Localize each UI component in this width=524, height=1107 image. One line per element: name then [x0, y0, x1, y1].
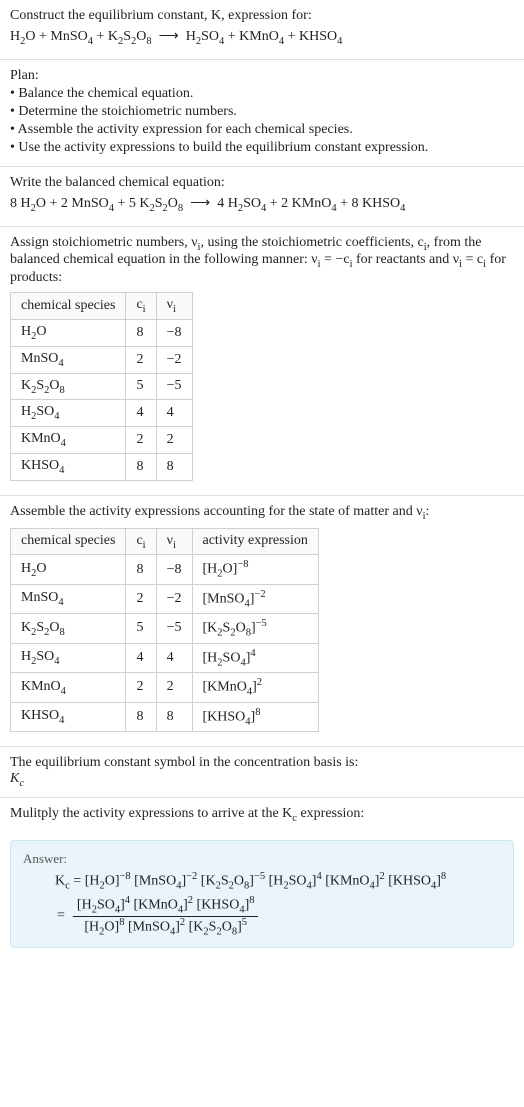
- table-row: H2SO444: [11, 400, 193, 427]
- cell-vi: −5: [156, 373, 192, 400]
- cell-ci: 8: [126, 702, 156, 731]
- col-ci: ci: [126, 528, 156, 555]
- cell-vi: 8: [156, 702, 192, 731]
- table-row: KHSO488: [11, 453, 193, 480]
- cell-vi: 4: [156, 400, 192, 427]
- cell-ci: 2: [126, 427, 156, 454]
- cell-ci: 2: [126, 346, 156, 373]
- cell-species: K2S2O8: [11, 614, 126, 643]
- table-row: KHSO488[KHSO4]8: [11, 702, 319, 731]
- cell-expr: [KMnO4]2: [192, 673, 318, 702]
- table-row: MnSO42−2[MnSO4]−2: [11, 584, 319, 613]
- cell-species: KMnO4: [11, 427, 126, 454]
- cell-species: H2O: [11, 555, 126, 584]
- cell-ci: 4: [126, 643, 156, 672]
- cell-ci: 2: [126, 673, 156, 702]
- table-row: H2SO444[H2SO4]4: [11, 643, 319, 672]
- cell-vi: 2: [156, 673, 192, 702]
- cell-ci: 8: [126, 555, 156, 584]
- plan-bullet-3: • Assemble the activity expression for e…: [10, 122, 514, 138]
- cell-expr: [H2O]−8: [192, 555, 318, 584]
- answer-label: Answer:: [23, 851, 501, 867]
- unbalanced-equation: H2O + MnSO4 + K2S2O8 ⟶ H2SO4 + KMnO4 + K…: [10, 28, 514, 47]
- stoich-block: Assign stoichiometric numbers, νi, using…: [0, 227, 524, 496]
- table-row: KMnO422[KMnO4]2: [11, 673, 319, 702]
- plan-bullet-2: • Determine the stoichiometric numbers.: [10, 104, 514, 120]
- cell-expr: [H2SO4]4: [192, 643, 318, 672]
- col-ci: ci: [126, 293, 156, 320]
- cell-ci: 4: [126, 400, 156, 427]
- fraction-numerator: [H2SO4]4 [KMnO4]2 [KHSO4]8: [73, 895, 259, 915]
- cell-ci: 5: [126, 614, 156, 643]
- cell-expr: [K2S2O8]−5: [192, 614, 318, 643]
- cell-vi: −8: [156, 319, 192, 346]
- activity-block: Assemble the activity expressions accoun…: [0, 496, 524, 747]
- multiply-label: Mulitply the activity expressions to arr…: [10, 806, 514, 824]
- fraction-denominator: [H2O]8 [MnSO4]2 [K2S2O8]5: [73, 916, 259, 937]
- plan-bullet-4: • Use the activity expressions to build …: [10, 140, 514, 156]
- balanced-equation: 8 H2O + 2 MnSO4 + 5 K2S2O8 ⟶ 4 H2SO4 + 2…: [10, 195, 514, 214]
- table-row: KMnO422: [11, 427, 193, 454]
- plan-block: Plan: • Balance the chemical equation. •…: [0, 60, 524, 167]
- activity-table: chemical species ci νi activity expressi…: [10, 528, 319, 733]
- equals-sign: =: [55, 908, 67, 924]
- table-header-row: chemical species ci νi: [11, 293, 193, 320]
- activity-intro: Assemble the activity expressions accoun…: [10, 504, 514, 522]
- cell-ci: 5: [126, 373, 156, 400]
- answer-line2: = [H2SO4]4 [KMnO4]2 [KHSO4]8 [H2O]8 [MnS…: [23, 895, 501, 937]
- header-block: Construct the equilibrium constant, K, e…: [0, 0, 524, 60]
- table-row: K2S2O85−5[K2S2O8]−5: [11, 614, 319, 643]
- table-row: MnSO42−2: [11, 346, 193, 373]
- cell-vi: −5: [156, 614, 192, 643]
- title-text: Construct the equilibrium constant, K, e…: [10, 8, 312, 23]
- cell-ci: 8: [126, 453, 156, 480]
- cell-vi: −2: [156, 584, 192, 613]
- cell-vi: 8: [156, 453, 192, 480]
- plan-bullet-1: • Balance the chemical equation.: [10, 86, 514, 102]
- plan-label: Plan:: [10, 68, 514, 84]
- kc-symbol: Kc: [10, 771, 514, 789]
- col-species: chemical species: [11, 293, 126, 320]
- cell-species: MnSO4: [11, 346, 126, 373]
- cell-species: H2SO4: [11, 400, 126, 427]
- cell-expr: [KHSO4]8: [192, 702, 318, 731]
- table-row: H2O8−8: [11, 319, 193, 346]
- answer-fraction: [H2SO4]4 [KMnO4]2 [KHSO4]8 [H2O]8 [MnSO4…: [73, 895, 259, 937]
- cell-species: KHSO4: [11, 453, 126, 480]
- col-expr: activity expression: [192, 528, 318, 555]
- kc-symbol-label: The equilibrium constant symbol in the c…: [10, 755, 514, 771]
- cell-expr: [MnSO4]−2: [192, 584, 318, 613]
- cell-species: KMnO4: [11, 673, 126, 702]
- cell-ci: 2: [126, 584, 156, 613]
- cell-species: K2S2O8: [11, 373, 126, 400]
- answer-box: Answer: Kc = [H2O]−8 [MnSO4]−2 [K2S2O8]−…: [10, 840, 514, 948]
- balanced-label: Write the balanced chemical equation:: [10, 175, 514, 191]
- cell-species: H2O: [11, 319, 126, 346]
- cell-ci: 8: [126, 319, 156, 346]
- cell-vi: 2: [156, 427, 192, 454]
- table-row: H2O8−8[H2O]−8: [11, 555, 319, 584]
- cell-species: H2SO4: [11, 643, 126, 672]
- title-line: Construct the equilibrium constant, K, e…: [10, 8, 514, 24]
- balanced-block: Write the balanced chemical equation: 8 …: [0, 167, 524, 227]
- col-vi: νi: [156, 528, 192, 555]
- table-header-row: chemical species ci νi activity expressi…: [11, 528, 319, 555]
- cell-vi: −8: [156, 555, 192, 584]
- answer-line1: Kc = [H2O]−8 [MnSO4]−2 [K2S2O8]−5 [H2SO4…: [23, 871, 501, 891]
- stoich-intro: Assign stoichiometric numbers, νi, using…: [10, 235, 514, 287]
- table-row: K2S2O85−5: [11, 373, 193, 400]
- cell-vi: 4: [156, 643, 192, 672]
- col-species: chemical species: [11, 528, 126, 555]
- kc-symbol-block: The equilibrium constant symbol in the c…: [0, 747, 524, 798]
- cell-species: KHSO4: [11, 702, 126, 731]
- multiply-block: Mulitply the activity expressions to arr…: [0, 798, 524, 832]
- stoich-table: chemical species ci νi H2O8−8 MnSO42−2 K…: [10, 292, 193, 481]
- col-vi: νi: [156, 293, 192, 320]
- cell-vi: −2: [156, 346, 192, 373]
- cell-species: MnSO4: [11, 584, 126, 613]
